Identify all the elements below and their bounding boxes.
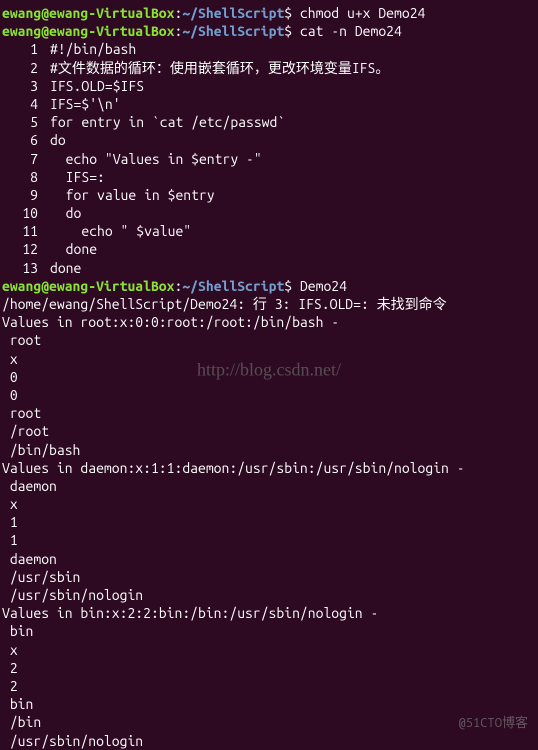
entry-value: 0 bbox=[2, 368, 536, 386]
entry-header: Values in root:x:0:0:root:/root:/bin/bas… bbox=[2, 313, 536, 331]
script-line: 3IFS.OLD=$IFS bbox=[2, 77, 536, 95]
prompt-user-host: ewang@ewang-VirtualBox bbox=[2, 23, 174, 39]
prompt-path: ~/ShellScript bbox=[182, 5, 284, 21]
entry-value: 0 bbox=[2, 386, 536, 404]
entry-value: /usr/sbin/nologin bbox=[2, 732, 536, 750]
terminal-output[interactable]: ewang@ewang-VirtualBox:~/ShellScript$ ch… bbox=[2, 4, 536, 750]
entry-header: Values in bin:x:2:2:bin:/bin:/usr/sbin/n… bbox=[2, 604, 536, 622]
entry-value: 1 bbox=[2, 531, 536, 549]
error-output: /home/ewang/ShellScript/Demo24: 行 3: IFS… bbox=[2, 295, 536, 313]
entry-value: /root bbox=[2, 422, 536, 440]
entry-value: root bbox=[2, 331, 536, 349]
script-line: 6do bbox=[2, 131, 536, 149]
prompt-path: ~/ShellScript bbox=[182, 23, 284, 39]
script-content: 1#!/bin/bash 2#文件数据的循环：使用嵌套循环，更改环境变量IFS。… bbox=[2, 40, 536, 276]
command-text: Demo24 bbox=[300, 278, 347, 294]
script-line: 13done bbox=[2, 259, 536, 277]
entry-value: x bbox=[2, 495, 536, 513]
script-line: 1#!/bin/bash bbox=[2, 40, 536, 58]
prompt-user-host: ewang@ewang-VirtualBox bbox=[2, 5, 174, 21]
prompt-path: ~/ShellScript bbox=[182, 278, 284, 294]
command-text: cat -n Demo24 bbox=[300, 23, 402, 39]
entry-value: /usr/sbin/nologin bbox=[2, 586, 536, 604]
entry-value: x bbox=[2, 641, 536, 659]
script-line: 4IFS=$'\n' bbox=[2, 95, 536, 113]
entry-value: /bin/bash bbox=[2, 441, 536, 459]
entry-value: daemon bbox=[2, 477, 536, 495]
script-line: 8 IFS=: bbox=[2, 168, 536, 186]
entry-value: root bbox=[2, 404, 536, 422]
entry-value: 2 bbox=[2, 659, 536, 677]
script-line: 11 echo " $value" bbox=[2, 222, 536, 240]
command-text: chmod u+x Demo24 bbox=[300, 5, 425, 21]
entry-value: bin bbox=[2, 695, 536, 713]
entry-value: 1 bbox=[2, 513, 536, 531]
entry-value: 2 bbox=[2, 677, 536, 695]
entry-value: x bbox=[2, 350, 536, 368]
script-line: 2#文件数据的循环：使用嵌套循环，更改环境变量IFS。 bbox=[2, 59, 536, 77]
entry-header: Values in daemon:x:1:1:daemon:/usr/sbin:… bbox=[2, 459, 536, 477]
script-line: 12 done bbox=[2, 240, 536, 258]
command-line-2: ewang@ewang-VirtualBox:~/ShellScript$ ca… bbox=[2, 22, 536, 40]
entry-value: bin bbox=[2, 622, 536, 640]
command-line-3: ewang@ewang-VirtualBox:~/ShellScript$ De… bbox=[2, 277, 536, 295]
entry-value: /bin bbox=[2, 713, 536, 731]
script-line: 10 do bbox=[2, 204, 536, 222]
script-line: 5for entry in `cat /etc/passwd` bbox=[2, 113, 536, 131]
prompt-user-host: ewang@ewang-VirtualBox bbox=[2, 278, 174, 294]
script-line: 9 for value in $entry bbox=[2, 186, 536, 204]
entry-value: daemon bbox=[2, 550, 536, 568]
entry-value: /usr/sbin bbox=[2, 568, 536, 586]
command-line-1: ewang@ewang-VirtualBox:~/ShellScript$ ch… bbox=[2, 4, 536, 22]
script-line: 7 echo "Values in $entry -" bbox=[2, 150, 536, 168]
